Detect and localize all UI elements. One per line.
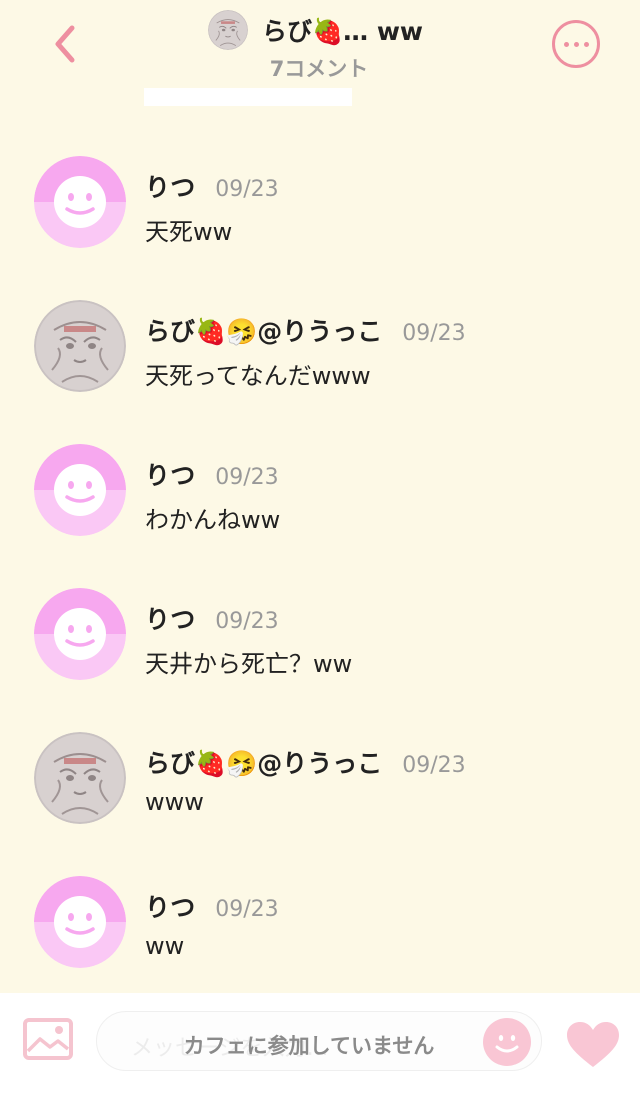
title-avatar (208, 10, 248, 50)
comment-author[interactable]: りつ (145, 168, 195, 204)
comment-item: りつ 09/23 天井から死亡？ww (0, 588, 640, 688)
comment-count: 7コメント (269, 57, 369, 81)
comment-text: ww (145, 932, 185, 960)
stamp-button[interactable] (483, 1018, 531, 1066)
stamp-icon (483, 1018, 531, 1066)
comment-text: 天井から死亡？ww (145, 650, 353, 678)
image-icon (23, 1018, 73, 1060)
more-options-button[interactable] (552, 20, 600, 68)
avatar[interactable] (34, 876, 126, 968)
more-dots-icon (563, 41, 569, 47)
composer-bar: メッセージを入力… カフェに参加していません (0, 993, 640, 1096)
comment-item: りつ 09/23 わかんねww (0, 444, 640, 544)
comment-author[interactable]: らび🍓🤧@りうっこ (145, 744, 382, 780)
comment-text: わかんねww (145, 506, 281, 534)
avatar[interactable] (34, 300, 126, 392)
avatar[interactable] (34, 156, 126, 248)
message-input[interactable]: メッセージを入力… カフェに参加していません (96, 1011, 542, 1071)
avatar[interactable] (34, 444, 126, 536)
avatar[interactable] (34, 732, 126, 824)
image-button[interactable] (22, 1017, 74, 1061)
thread-title: らび🍓… ww (208, 10, 423, 50)
comment-date: 09/23 (215, 609, 279, 634)
comment-text: www (145, 788, 204, 816)
comment-date: 09/23 (402, 753, 466, 778)
comment-text: 天死ってなんだwww (145, 362, 371, 390)
comment-text: 天死ww (145, 218, 233, 246)
comment-author[interactable]: りつ (145, 600, 195, 636)
comment-item: らび🍓🤧@りうっこ 09/23 天死ってなんだwww (0, 300, 640, 400)
comment-date: 09/23 (215, 465, 279, 490)
comment-item: りつ 09/23 ww (0, 876, 640, 976)
header: らび🍓… ww 7コメント (0, 0, 640, 90)
join-status-text: カフェに参加していません (183, 1034, 435, 1058)
avatar[interactable] (34, 588, 126, 680)
comment-date: 09/23 (215, 177, 279, 202)
comment-author[interactable]: りつ (145, 456, 195, 492)
comment-date: 09/23 (402, 321, 466, 346)
page-title: らび🍓… ww (262, 17, 424, 46)
comment-date: 09/23 (215, 897, 279, 922)
comment-author[interactable]: りつ (145, 888, 195, 924)
comment-item: らび🍓🤧@りうっこ 09/23 www (0, 732, 640, 832)
comment-author[interactable]: らび🍓🤧@りうっこ (145, 312, 382, 348)
like-button[interactable] (565, 1021, 621, 1069)
heart-icon (567, 1022, 619, 1067)
comment-item: りつ 09/23 天死ww (0, 156, 640, 256)
header-divider (144, 88, 352, 106)
